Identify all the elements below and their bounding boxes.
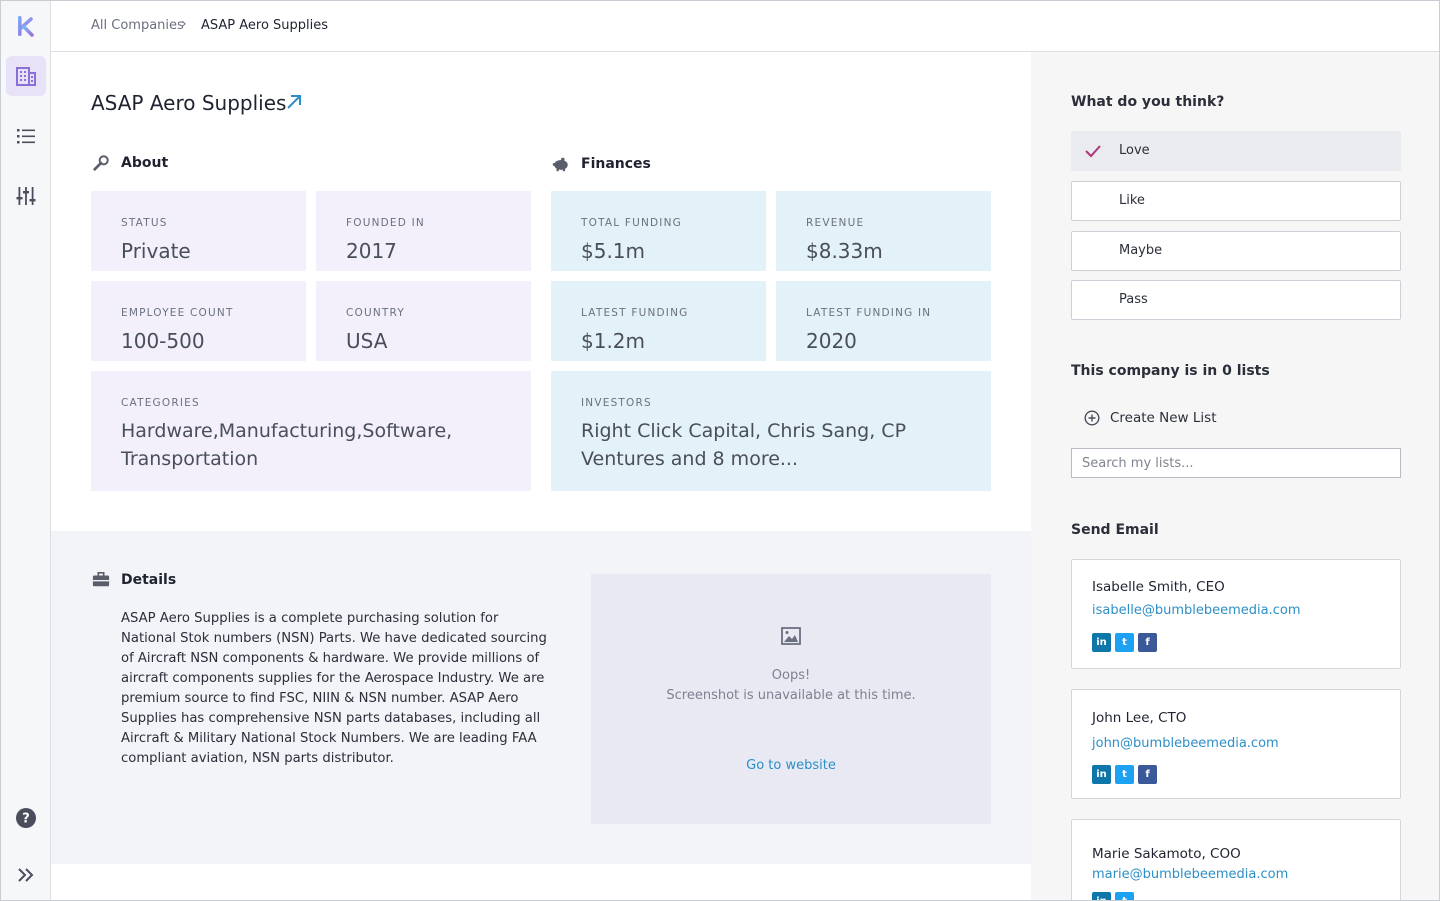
details-section: Details ASAP Aero Supplies is a complete…: [51, 531, 1031, 864]
founded-card: FOUNDED IN 2017: [316, 191, 531, 271]
status-value: Private: [121, 239, 191, 263]
create-new-list-button[interactable]: Create New List: [1084, 410, 1216, 426]
app-window: ? All Companies › ASAP Aero Supplies ASA…: [0, 0, 1440, 901]
employee-count-card: EMPLOYEE COUNT 100-500: [91, 281, 306, 361]
latest-funding-value: $1.2m: [581, 329, 646, 353]
company-description: ASAP Aero Supplies is a complete purchas…: [121, 611, 547, 766]
employee-count-value: 100-500: [121, 329, 205, 353]
opinion-option-like[interactable]: Like: [1071, 181, 1401, 221]
nav-companies[interactable]: [6, 56, 46, 96]
total-funding-value: $5.1m: [581, 239, 646, 263]
check-icon: [1085, 145, 1101, 158]
categories-card: CATEGORIES Hardware,Manufacturing,Softwa…: [91, 371, 531, 491]
wrench-icon: [91, 153, 111, 173]
about-heading: About: [91, 153, 168, 173]
list-icon: [17, 129, 35, 144]
breadcrumb-all-companies[interactable]: All Companies: [91, 18, 184, 33]
top-bar: All Companies › ASAP Aero Supplies: [51, 1, 1439, 52]
contact-card: John Lee, CTO john@bumblebeemedia.com in…: [1071, 689, 1401, 799]
website-screenshot-placeholder: Oops! Screenshot is unavailable at this …: [591, 574, 991, 824]
contact-card: Marie Sakamoto, COO marie@bumblebeemedia…: [1071, 819, 1401, 900]
briefcase-icon: [91, 570, 111, 590]
finances-heading: Finances: [551, 154, 651, 174]
total-funding-card: TOTAL FUNDING $5.1m: [551, 191, 766, 271]
screenshot-error-text: Screenshot is unavailable at this time.: [666, 688, 916, 703]
contact-name: John Lee, CTO: [1092, 710, 1187, 726]
revenue-value: $8.33m: [806, 239, 883, 263]
plus-circle-icon: [1084, 410, 1100, 426]
go-to-website-link[interactable]: Go to website: [591, 758, 991, 773]
opinion-option-love[interactable]: Love: [1071, 131, 1401, 171]
facebook-icon[interactable]: f: [1138, 765, 1157, 784]
contact-email-link[interactable]: john@bumblebeemedia.com: [1092, 736, 1279, 751]
social-links: in t f: [1092, 633, 1157, 652]
right-panel: What do you think? Love Like Maybe Pass …: [1031, 52, 1439, 900]
linkedin-icon[interactable]: in: [1092, 765, 1111, 784]
expand-sidebar-button[interactable]: [6, 855, 46, 895]
twitter-icon[interactable]: t: [1115, 892, 1134, 900]
double-chevron-right-icon: [18, 868, 34, 882]
contact-name: Isabelle Smith, CEO: [1092, 579, 1225, 595]
investors-card: INVESTORS Right Click Capital, Chris San…: [551, 371, 991, 491]
send-email-heading: Send Email: [1071, 522, 1159, 538]
opinion-option-maybe[interactable]: Maybe: [1071, 231, 1401, 271]
sliders-icon: [16, 187, 36, 205]
svg-text:?: ?: [22, 812, 30, 827]
nav-filters[interactable]: [6, 176, 46, 216]
lists-heading: This company is in 0 lists: [1071, 363, 1270, 379]
twitter-icon[interactable]: t: [1115, 633, 1134, 652]
contact-email-link[interactable]: isabelle@bumblebeemedia.com: [1092, 603, 1300, 618]
page-title: ASAP Aero Supplies: [91, 91, 287, 115]
opinion-heading: What do you think?: [1071, 94, 1225, 110]
social-links: in t f: [1092, 765, 1157, 784]
social-links: in t: [1092, 892, 1134, 900]
latest-funding-card: LATEST FUNDING $1.2m: [551, 281, 766, 361]
status-card: STATUS Private: [91, 191, 306, 271]
latest-funding-in-card: LATEST FUNDING IN 2020: [776, 281, 991, 361]
contact-card: Isabelle Smith, CEO isabelle@bumblebeeme…: [1071, 559, 1401, 669]
linkedin-icon[interactable]: in: [1092, 633, 1111, 652]
help-button[interactable]: ?: [6, 798, 46, 838]
building-icon: [16, 67, 36, 86]
facebook-icon[interactable]: f: [1138, 633, 1157, 652]
investors-value: Right Click Capital, Chris Sang, CP Vent…: [581, 420, 907, 470]
help-icon: ?: [16, 808, 36, 828]
sidebar: ?: [1, 1, 51, 900]
country-card: COUNTRY USA: [316, 281, 531, 361]
k-logo-icon[interactable]: [16, 15, 36, 37]
piggy-bank-icon: [551, 154, 571, 174]
chevron-right-icon: ›: [181, 16, 187, 32]
external-link-icon[interactable]: [284, 92, 304, 112]
nav-lists[interactable]: [6, 116, 46, 156]
search-lists-input[interactable]: [1071, 448, 1401, 478]
main-content: ASAP Aero Supplies About STATUS Private …: [51, 52, 1031, 900]
screenshot-error-title: Oops!: [771, 668, 811, 683]
image-icon: [781, 627, 801, 645]
contact-name: Marie Sakamoto, COO: [1092, 846, 1241, 862]
revenue-card: REVENUE $8.33m: [776, 191, 991, 271]
contact-email-link[interactable]: marie@bumblebeemedia.com: [1092, 867, 1288, 882]
country-value: USA: [346, 329, 388, 353]
details-heading: Details: [91, 570, 176, 590]
linkedin-icon[interactable]: in: [1092, 892, 1111, 900]
opinion-option-pass[interactable]: Pass: [1071, 280, 1401, 320]
twitter-icon[interactable]: t: [1115, 765, 1134, 784]
breadcrumb-current: ASAP Aero Supplies: [201, 18, 329, 33]
categories-value: Hardware,Manufacturing,Software, Transpo…: [121, 420, 453, 470]
founded-value: 2017: [346, 239, 397, 263]
latest-funding-in-value: 2020: [806, 329, 857, 353]
